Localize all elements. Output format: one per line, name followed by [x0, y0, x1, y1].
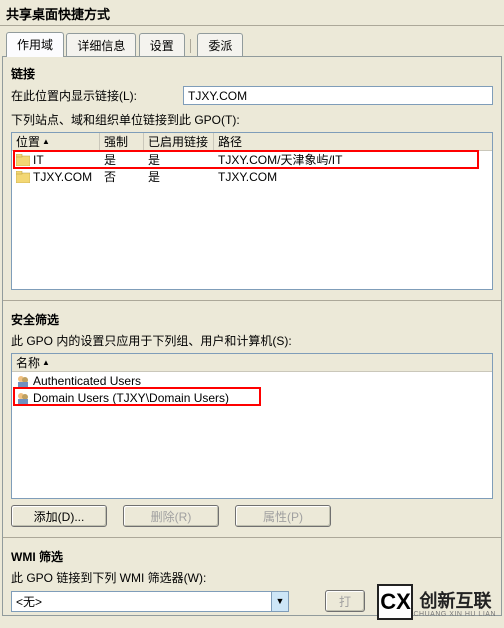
- table-row[interactable]: IT 是 是 TJXY.COM/天津象屿/IT: [12, 151, 492, 168]
- watermark-subtext: CHUANG XIN HU LIAN: [413, 611, 496, 618]
- remove-button[interactable]: 删除(R): [123, 505, 219, 527]
- applies-to-label: 下列站点、域和组织单位链接到此 GPO(T):: [11, 111, 493, 128]
- dropdown-arrow-icon: ▼: [271, 592, 288, 611]
- display-location-row: 在此位置内显示链接(L):: [11, 86, 493, 105]
- col-location[interactable]: 位置▲: [12, 133, 100, 150]
- security-listview[interactable]: 名称▲ Authenticated Users Domain Users (TJ…: [11, 353, 493, 499]
- section-divider: [3, 537, 501, 538]
- cell-path: TJXY.COM/天津象屿/IT: [214, 150, 492, 169]
- tab-settings[interactable]: 设置: [139, 33, 185, 57]
- folder-icon: [16, 154, 30, 166]
- links-title: 链接: [11, 65, 493, 82]
- security-name: Domain Users (TJXY\Domain Users): [33, 391, 229, 405]
- security-button-row: 添加(D)... 删除(R) 属性(P): [11, 505, 493, 527]
- section-divider: [3, 300, 501, 301]
- sort-asc-icon: ▲: [42, 137, 50, 146]
- wmi-select[interactable]: <无> ▼: [11, 591, 289, 612]
- cell-location: TJXY.COM: [33, 170, 92, 184]
- cell-enforced: 否: [100, 167, 144, 186]
- sort-asc-icon: ▲: [42, 358, 50, 367]
- links-body: IT 是 是 TJXY.COM/天津象屿/IT TJXY.COM 否 是 TJX…: [12, 151, 492, 185]
- table-row[interactable]: TJXY.COM 否 是 TJXY.COM: [12, 168, 492, 185]
- cell-path: TJXY.COM: [214, 169, 492, 185]
- tab-details[interactable]: 详细信息: [66, 33, 136, 57]
- security-header: 名称▲: [12, 354, 492, 372]
- title-divider: [0, 25, 504, 26]
- col-enabled[interactable]: 已启用链接: [144, 133, 214, 150]
- watermark-text: 创新互联: [419, 591, 491, 611]
- wmi-title: WMI 筛选: [11, 548, 493, 565]
- open-button[interactable]: 打: [325, 590, 365, 612]
- cell-location: IT: [33, 153, 44, 167]
- users-group-icon: [16, 391, 30, 405]
- security-body: Authenticated Users Domain Users (TJXY\D…: [12, 372, 492, 406]
- list-item[interactable]: Authenticated Users: [12, 372, 492, 389]
- col-path[interactable]: 路径: [214, 133, 492, 150]
- tab-scope[interactable]: 作用域: [6, 32, 64, 57]
- folder-icon: [16, 171, 30, 183]
- tab-bar: 作用域 详细信息 设置 委派: [0, 28, 504, 56]
- cell-enabled: 是: [144, 167, 214, 186]
- list-item[interactable]: Domain Users (TJXY\Domain Users): [12, 389, 492, 406]
- col-enforced[interactable]: 强制: [100, 133, 144, 150]
- users-group-icon: [16, 374, 30, 388]
- links-listview[interactable]: 位置▲ 强制 已启用链接 路径 IT 是 是 TJXY.COM/天津象屿/IT: [11, 132, 493, 290]
- display-location-input[interactable]: [183, 86, 493, 105]
- tab-delegation[interactable]: 委派: [197, 33, 243, 57]
- main-panel: 链接 在此位置内显示链接(L): 下列站点、域和组织单位链接到此 GPO(T):…: [2, 56, 502, 616]
- wmi-selected-value: <无>: [16, 593, 42, 610]
- col-name[interactable]: 名称▲: [12, 354, 492, 371]
- security-title: 安全筛选: [11, 311, 493, 328]
- security-name: Authenticated Users: [33, 374, 141, 388]
- properties-button[interactable]: 属性(P): [235, 505, 331, 527]
- security-applies-label: 此 GPO 内的设置只应用于下列组、用户和计算机(S):: [11, 332, 493, 349]
- watermark: CX 创新互联 CHUANG XIN HU LIAN: [377, 584, 496, 620]
- window-title: 共享桌面快捷方式: [0, 0, 504, 25]
- watermark-logo: CX: [377, 584, 413, 620]
- links-header: 位置▲ 强制 已启用链接 路径: [12, 133, 492, 151]
- tab-divider: [190, 39, 191, 53]
- display-location-label: 在此位置内显示链接(L):: [11, 87, 137, 104]
- add-button[interactable]: 添加(D)...: [11, 505, 107, 527]
